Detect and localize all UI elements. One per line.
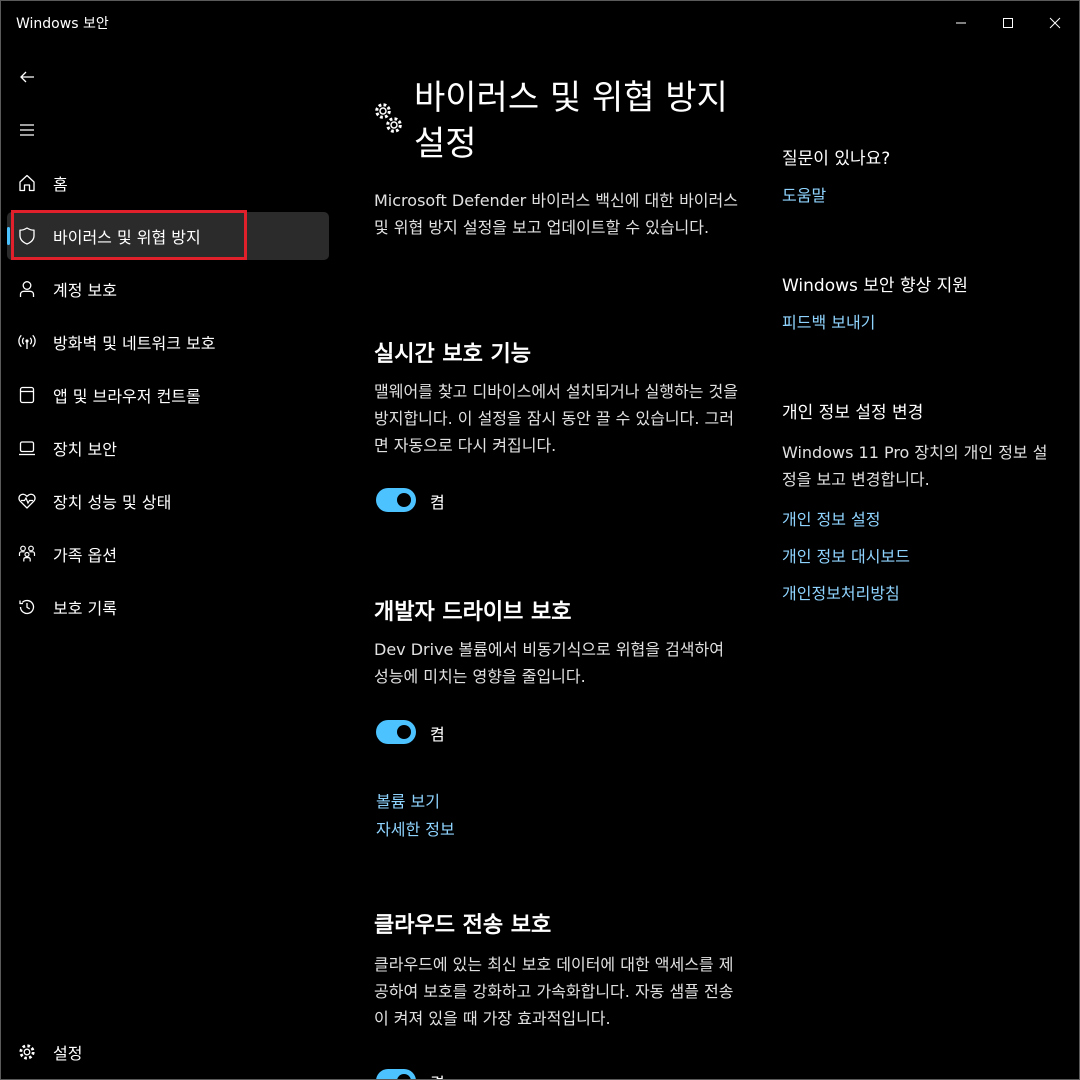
help-heading: 질문이 있나요? bbox=[782, 149, 891, 169]
devdrive-protection-toggle-label: 켬 bbox=[430, 725, 445, 744]
sidebar-item-device-performance[interactable]: 장치 성능 및 상태 bbox=[7, 477, 329, 525]
sidebar-item-label: 가족 옵션 bbox=[53, 546, 117, 565]
minimize-icon bbox=[956, 22, 966, 24]
privacy-description: Windows 11 Pro 장치의 개인 정보 설정을 보고 변경합니다. bbox=[782, 443, 1048, 489]
menu-button[interactable] bbox=[7, 110, 47, 150]
home-icon bbox=[16, 172, 38, 194]
realtime-protection-description: 맬웨어를 찾고 디바이스에서 설치되거나 실행하는 것을 방지합니다. 이 설정… bbox=[374, 382, 738, 455]
improve-heading: Windows 보안 향상 지원 bbox=[782, 276, 968, 296]
back-button[interactable] bbox=[7, 57, 47, 97]
shield-icon bbox=[16, 225, 38, 247]
sidebar-item-label: 바이러스 및 위협 방지 bbox=[53, 228, 201, 247]
sidebar-item-account-protection[interactable]: 계정 보호 bbox=[7, 265, 329, 313]
hamburger-icon bbox=[20, 124, 34, 136]
sidebar-item-label: 홈 bbox=[53, 175, 68, 194]
realtime-protection-title: 실시간 보호 기능 bbox=[374, 342, 531, 367]
privacy-statement-link[interactable]: 개인정보처리방침 bbox=[782, 580, 900, 604]
laptop-icon bbox=[16, 437, 38, 459]
cloud-protection-toggle-label: 켬 bbox=[430, 1070, 445, 1079]
selection-indicator bbox=[7, 227, 10, 245]
heart-pulse-icon bbox=[16, 490, 38, 512]
app-browser-icon bbox=[16, 384, 38, 406]
send-feedback-link[interactable]: 피드백 보내기 bbox=[782, 309, 875, 333]
maximize-icon bbox=[1003, 18, 1013, 28]
sidebar-item-settings[interactable]: 설정 bbox=[7, 1028, 329, 1076]
devdrive-protection-toggle[interactable] bbox=[376, 720, 416, 744]
settings-gears-icon bbox=[375, 103, 402, 133]
sidebar-item-label: 방화벽 및 네트워크 보호 bbox=[53, 334, 216, 353]
devdrive-protection-description: Dev Drive 볼륨에서 비동기식으로 위협을 검색하여 성능에 미치는 영… bbox=[374, 640, 724, 686]
privacy-heading: 개인 정보 설정 변경 bbox=[782, 403, 924, 423]
realtime-protection-toggle[interactable] bbox=[376, 488, 416, 512]
sidebar-item-protection-history[interactable]: 보호 기록 bbox=[7, 583, 329, 631]
cloud-protection-title: 클라우드 전송 보호 bbox=[374, 913, 552, 938]
sidebar-item-app-browser-control[interactable]: 앱 및 브라우저 컨트롤 bbox=[7, 371, 329, 419]
windows-security-window: Windows 보안 홈 바이러스 및 위협 방지 계정 보호 방화벽 및 네트… bbox=[0, 0, 1080, 1080]
antenna-icon bbox=[16, 331, 38, 353]
view-volumes-link[interactable]: 볼륨 보기 bbox=[376, 788, 440, 812]
sidebar-item-label: 설정 bbox=[53, 1044, 83, 1063]
sidebar-item-label: 계정 보호 bbox=[53, 281, 117, 300]
sidebar-item-family-options[interactable]: 가족 옵션 bbox=[7, 530, 329, 578]
sidebar-item-virus-protection[interactable]: 바이러스 및 위협 방지 bbox=[7, 212, 329, 260]
sidebar-item-home[interactable]: 홈 bbox=[7, 159, 329, 207]
page-description: Microsoft Defender 바이러스 백신에 대한 바이러스 및 위협… bbox=[374, 191, 738, 237]
sidebar-item-label: 보호 기록 bbox=[53, 599, 117, 618]
sidebar: 홈 바이러스 및 위협 방지 계정 보호 방화벽 및 네트워크 보호 앱 및 브… bbox=[1, 45, 337, 1079]
window-title: Windows 보안 bbox=[16, 16, 109, 32]
sidebar-item-firewall[interactable]: 방화벽 및 네트워크 보호 bbox=[7, 318, 329, 366]
sidebar-item-label: 앱 및 브라우저 컨트롤 bbox=[53, 387, 201, 406]
maximize-button[interactable] bbox=[985, 7, 1031, 39]
history-icon bbox=[16, 596, 38, 618]
page-title: 바이러스 및 위협 방지 설정 bbox=[414, 78, 728, 164]
back-arrow-icon bbox=[20, 71, 34, 83]
toggle-knob bbox=[397, 1074, 411, 1079]
close-button[interactable] bbox=[1032, 7, 1078, 39]
title-bar: Windows 보안 bbox=[1, 1, 1079, 45]
gear-icon bbox=[16, 1041, 38, 1063]
family-icon bbox=[16, 543, 38, 565]
person-icon bbox=[16, 278, 38, 300]
sidebar-item-label: 장치 보안 bbox=[53, 440, 117, 459]
privacy-dashboard-link[interactable]: 개인 정보 대시보드 bbox=[782, 543, 910, 567]
learn-more-link[interactable]: 자세한 정보 bbox=[376, 816, 455, 840]
toggle-knob bbox=[397, 725, 411, 739]
realtime-protection-toggle-label: 켬 bbox=[430, 493, 445, 512]
close-icon bbox=[1049, 17, 1061, 29]
sidebar-item-label: 장치 성능 및 상태 bbox=[53, 493, 172, 512]
help-link[interactable]: 도움말 bbox=[782, 182, 826, 206]
cloud-protection-description: 클라우드에 있는 최신 보호 데이터에 대한 액세스를 제공하여 보호를 강화하… bbox=[374, 955, 734, 1028]
sidebar-item-device-security[interactable]: 장치 보안 bbox=[7, 424, 329, 472]
toggle-knob bbox=[397, 493, 411, 507]
minimize-button[interactable] bbox=[938, 7, 984, 39]
privacy-settings-link[interactable]: 개인 정보 설정 bbox=[782, 506, 881, 530]
cloud-protection-toggle[interactable] bbox=[376, 1069, 416, 1079]
devdrive-protection-title: 개발자 드라이브 보호 bbox=[374, 600, 572, 625]
